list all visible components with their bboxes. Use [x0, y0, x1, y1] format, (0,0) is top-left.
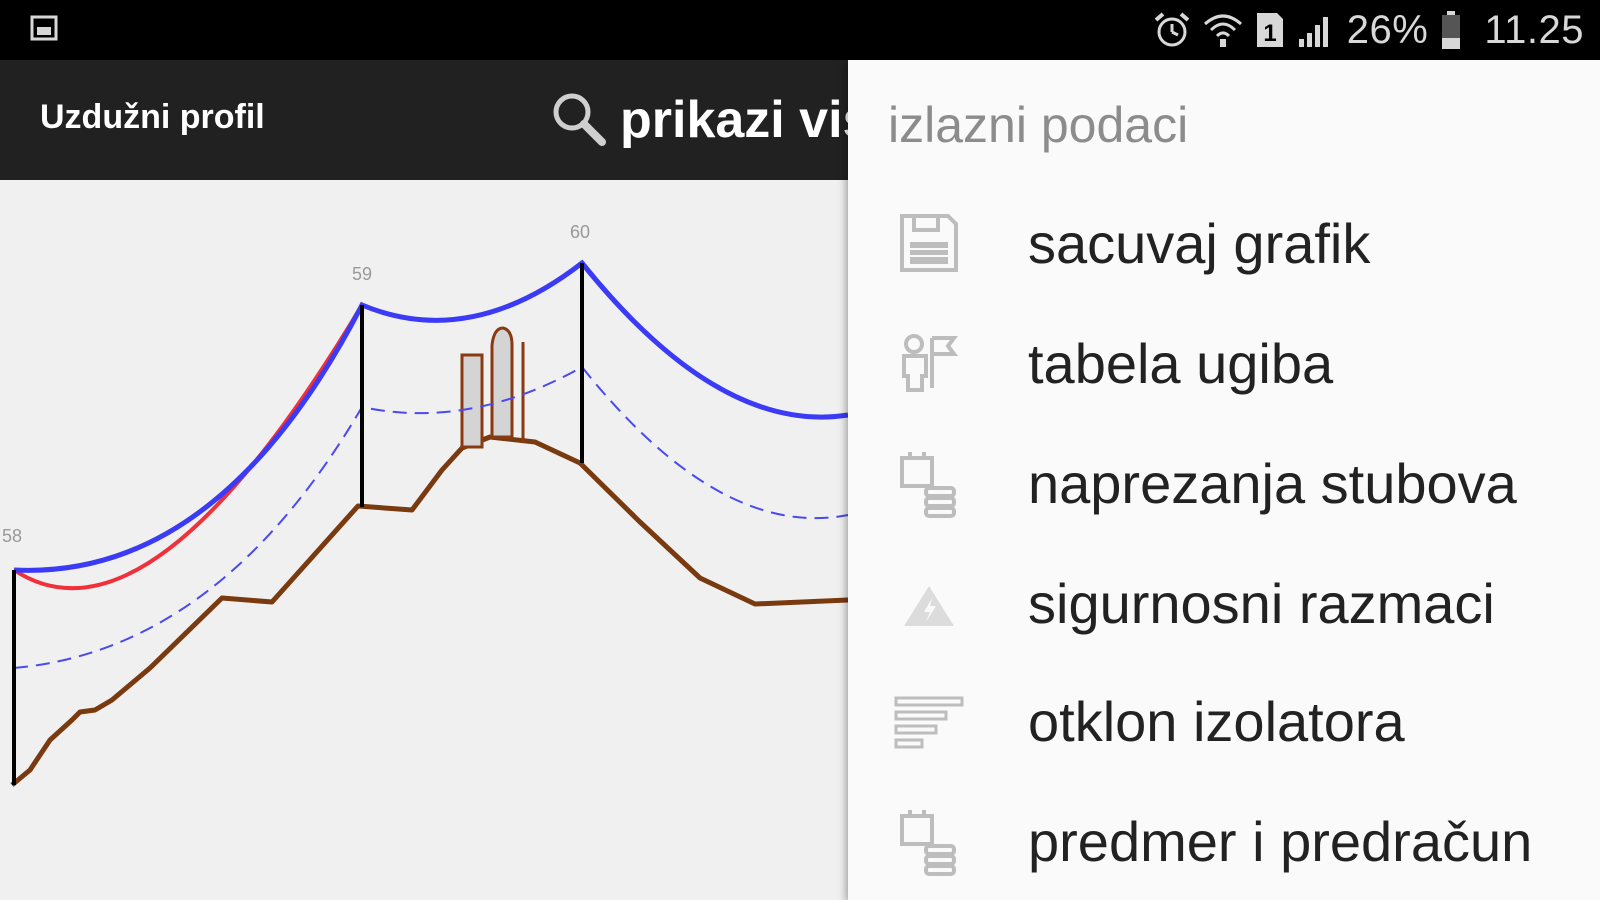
status-bar: 1 26% 11.25 — [0, 0, 1600, 60]
menu-item-bill-of-quantities[interactable]: predmer i predračun — [848, 786, 1600, 896]
conductor-dashed-line — [13, 365, 849, 669]
svg-text:1: 1 — [1263, 20, 1276, 47]
clock: 11.25 — [1484, 7, 1584, 52]
pole-label-58: 58 — [2, 526, 22, 546]
text-lines-icon — [894, 686, 964, 756]
terrain-line — [10, 434, 849, 787]
menu-item-insulator-deflection[interactable]: otklon izolatora — [848, 666, 1600, 776]
pole-label-60: 60 — [570, 222, 590, 242]
pole-stack-icon — [894, 806, 964, 876]
battery-icon — [1442, 11, 1461, 49]
warning-triangle-icon — [894, 568, 964, 638]
menu-item-label: otklon izolatora — [1028, 689, 1405, 753]
menu-item-sag-table[interactable]: tabela ugiba — [848, 308, 1600, 418]
building — [490, 326, 514, 439]
sim-1-icon: 1 — [1256, 13, 1283, 47]
signal-icon — [1298, 17, 1328, 47]
menu-item-safety-clearances[interactable]: sigurnosni razmaci — [848, 548, 1600, 658]
menu-item-label: tabela ugiba — [1028, 331, 1334, 395]
search-action-label[interactable]: prikazi vis — [620, 90, 871, 150]
overflow-menu: izlazni podaci sacuvaj grafik tabela ugi… — [848, 60, 1600, 900]
menu-header: izlazni podaci — [888, 97, 1189, 153]
building — [460, 353, 484, 449]
floppy-disk-icon — [894, 208, 964, 278]
buildings — [460, 326, 525, 449]
menu-item-label: sigurnosni razmaci — [1028, 571, 1495, 635]
menu-item-save-chart[interactable]: sacuvaj grafik — [848, 188, 1600, 298]
app-title: Uzdužni profil — [40, 98, 265, 136]
alarm-icon — [1154, 12, 1190, 47]
conductor-top-line — [13, 259, 849, 573]
wifi-icon — [1203, 14, 1242, 47]
menu-item-label: sacuvaj grafik — [1028, 211, 1371, 275]
menu-item-label: predmer i predračun — [1028, 809, 1533, 873]
status-icons: 1 26% 11.25 — [1153, 0, 1600, 60]
person-flag-icon — [894, 328, 964, 398]
menu-item-pole-stress[interactable]: naprezanja stubova — [848, 428, 1600, 538]
pole-stack-icon — [894, 448, 964, 518]
conductor-red-line — [12, 303, 364, 591]
battery-percent: 26% — [1346, 7, 1429, 52]
pole-label-59: 59 — [352, 264, 372, 284]
menu-item-label: naprezanja stubova — [1028, 451, 1517, 515]
image-icon — [30, 15, 58, 41]
search-icon[interactable] — [550, 90, 608, 148]
